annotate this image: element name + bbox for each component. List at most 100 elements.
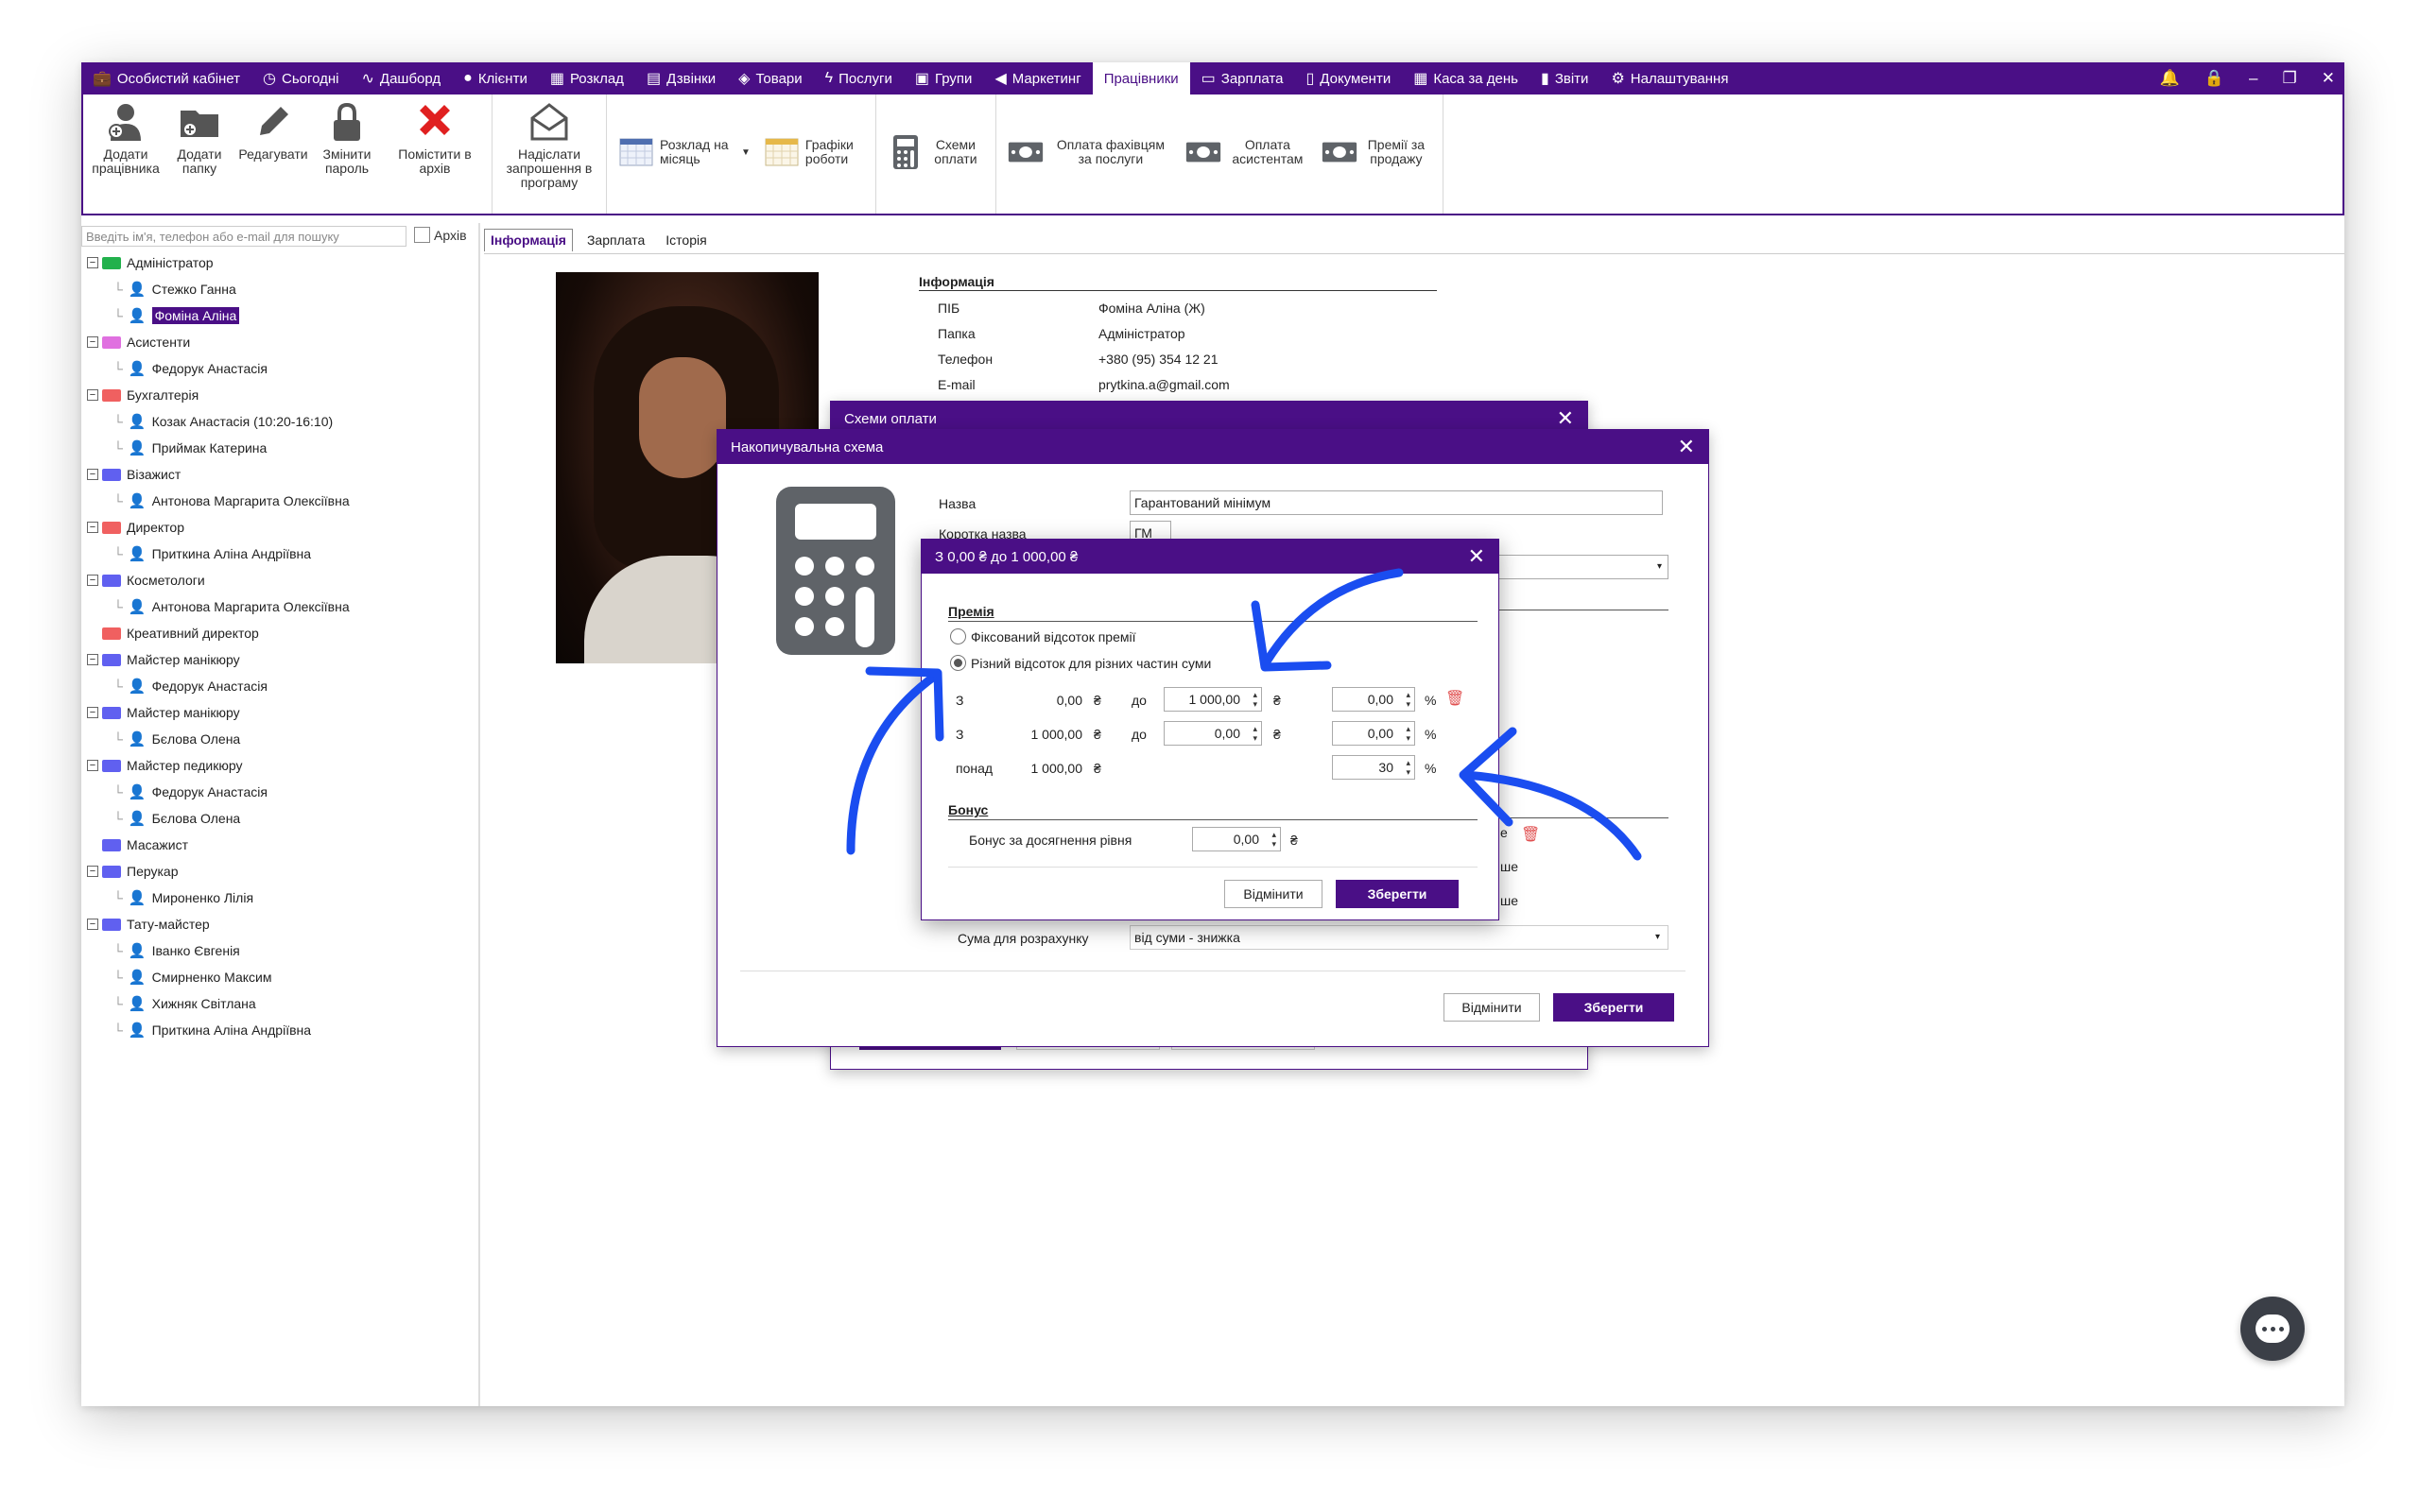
- cancel-button[interactable]: Відмінити: [1224, 880, 1322, 908]
- nav-tab[interactable]: ◷ Сьогодні: [251, 62, 350, 94]
- row-percent-input[interactable]: 30: [1332, 755, 1415, 780]
- nav-tab[interactable]: ▤ Дзвінки: [635, 62, 727, 94]
- archive-button[interactable]: Помістити в архів: [384, 98, 486, 176]
- tree-employee[interactable]: └ 👤 Козак Анастасія (10:20-16:10): [87, 408, 350, 435]
- tree-employee[interactable]: └ 👤 Фоміна Аліна: [87, 302, 350, 329]
- bell-icon[interactable]: 🔔: [2160, 69, 2180, 88]
- chat-button[interactable]: [2240, 1297, 2305, 1361]
- nav-tab[interactable]: ◀ Маркетинг: [983, 62, 1092, 94]
- close-icon[interactable]: ✕: [2322, 69, 2335, 88]
- nav-tab[interactable]: ▦ Каса за день: [1402, 62, 1530, 94]
- pay-schemes-button[interactable]: Схеми оплати: [888, 135, 982, 169]
- trash-icon[interactable]: 🗑: [1521, 825, 1540, 844]
- nav-tab[interactable]: Працівники: [1092, 62, 1190, 94]
- pay-assistants-button[interactable]: Оплата асистентам: [1185, 136, 1308, 168]
- close-icon[interactable]: ✕: [1468, 544, 1485, 569]
- tree-employee[interactable]: └ 👤 Мироненко Лілія: [87, 885, 350, 911]
- collapse-icon[interactable]: −: [87, 469, 98, 480]
- name-input[interactable]: Гарантований мінімум: [1130, 490, 1663, 515]
- nav-tab[interactable]: ϟ Послуги: [814, 62, 904, 94]
- tree-employee[interactable]: └ 👤 Приткина Аліна Андріївна: [87, 1017, 350, 1043]
- dropdown-arrow-icon[interactable]: ▾: [1655, 926, 1660, 949]
- nav-tab[interactable]: ▦ Розклад: [539, 62, 635, 94]
- radio-checked-icon[interactable]: [950, 655, 966, 671]
- radio-different-percent[interactable]: Різний відсоток для різних частин суми: [950, 655, 1211, 671]
- nav-tab[interactable]: ▣ Групи: [904, 62, 984, 94]
- content-tab[interactable]: Інформація: [484, 229, 573, 251]
- tree-folder[interactable]: − Адміністратор: [87, 249, 350, 276]
- tree-employee[interactable]: └ 👤 Хижняк Світлана: [87, 990, 350, 1017]
- tree-employee[interactable]: └ 👤 Федорук Анастасія: [87, 355, 350, 382]
- dropdown-arrow-icon[interactable]: ▾: [1657, 556, 1662, 578]
- sales-bonuses-button[interactable]: Премії за продажу: [1322, 136, 1429, 168]
- search-input[interactable]: Введіть ім'я, телефон або e-mail для пош…: [81, 226, 406, 247]
- save-button[interactable]: Зберегти: [1336, 880, 1459, 908]
- tree-folder[interactable]: − Тату-майстер: [87, 911, 350, 937]
- tree-employee[interactable]: └ 👤 Смирненко Максим: [87, 964, 350, 990]
- close-icon[interactable]: ✕: [1678, 435, 1695, 459]
- radio-icon[interactable]: [950, 628, 966, 644]
- collapse-icon[interactable]: −: [87, 866, 98, 877]
- add-employee-button[interactable]: Додати працівника: [89, 98, 163, 176]
- tree-folder[interactable]: Масажист: [87, 832, 350, 858]
- tree-employee[interactable]: └ 👤 Приткина Аліна Андріївна: [87, 541, 350, 567]
- archive-checkbox[interactable]: Архів: [414, 227, 467, 243]
- tree-employee[interactable]: └ 👤 Бєлова Олена: [87, 726, 350, 752]
- collapse-icon[interactable]: −: [87, 919, 98, 930]
- collapse-icon[interactable]: −: [87, 575, 98, 586]
- tree-folder[interactable]: − Майстер педикюру: [87, 752, 350, 779]
- collapse-icon[interactable]: −: [87, 522, 98, 533]
- collapse-icon[interactable]: −: [87, 336, 98, 348]
- nav-tab[interactable]: ● Клієнти: [452, 62, 539, 94]
- change-password-button[interactable]: Змінити пароль: [310, 98, 384, 176]
- tree-folder[interactable]: − Асистенти: [87, 329, 350, 355]
- send-invite-button[interactable]: Надіслати запрошення в програму: [498, 98, 600, 190]
- tree-folder[interactable]: − Візажист: [87, 461, 350, 488]
- tree-employee[interactable]: └ 👤 Федорук Анастасія: [87, 779, 350, 805]
- nav-tab[interactable]: ▭ Зарплата: [1190, 62, 1295, 94]
- tree-employee[interactable]: └ 👤 Антонова Маргарита Олексіївна: [87, 593, 350, 620]
- minimize-icon[interactable]: –: [2249, 69, 2257, 88]
- save-button[interactable]: Зберегти: [1553, 993, 1674, 1022]
- radio-fixed-percent[interactable]: Фіксований відсоток премії: [950, 628, 1136, 644]
- pay-specialists-button[interactable]: Оплата фахівцям за послуги: [1008, 136, 1172, 168]
- tree-folder[interactable]: − Перукар: [87, 858, 350, 885]
- collapse-icon[interactable]: −: [87, 654, 98, 665]
- checkbox-icon[interactable]: [414, 227, 430, 243]
- row-to-input[interactable]: 1 000,00: [1164, 687, 1262, 712]
- tree-folder[interactable]: − Директор: [87, 514, 350, 541]
- collapse-icon[interactable]: −: [87, 760, 98, 771]
- collapse-icon[interactable]: −: [87, 257, 98, 268]
- tree-employee[interactable]: └ 👤 Бєлова Олена: [87, 805, 350, 832]
- monthly-schedule-button[interactable]: Розклад на місяць ▼: [618, 136, 751, 168]
- nav-tab[interactable]: ∿ Дашборд: [351, 62, 453, 94]
- tree-folder[interactable]: − Майстер манікюру: [87, 699, 350, 726]
- row-to-input[interactable]: 0,00: [1164, 721, 1262, 746]
- type-select[interactable]: ▾: [1493, 555, 1668, 579]
- row-percent-input[interactable]: 0,00: [1332, 687, 1415, 712]
- content-tab[interactable]: Історія: [659, 229, 713, 251]
- row-percent-input[interactable]: 0,00: [1332, 721, 1415, 746]
- lock-icon[interactable]: 🔒: [2204, 69, 2224, 88]
- tree-folder[interactable]: − Бухгалтерія: [87, 382, 350, 408]
- sum-select[interactable]: від суми - знижка ▾: [1130, 925, 1668, 950]
- bonus-input[interactable]: 0,00: [1192, 827, 1281, 851]
- tree-employee[interactable]: └ 👤 Федорук Анастасія: [87, 673, 350, 699]
- cancel-button[interactable]: Відмінити: [1443, 993, 1540, 1022]
- tree-folder[interactable]: − Косметологи: [87, 567, 350, 593]
- trash-icon[interactable]: 🗑: [1445, 689, 1464, 708]
- tree-employee[interactable]: └ 👤 Антонова Маргарита Олексіївна: [87, 488, 350, 514]
- work-schedules-button[interactable]: Графіки роботи: [764, 136, 862, 168]
- nav-tab[interactable]: 💼 Особистий кабінет: [81, 62, 251, 94]
- close-icon[interactable]: ✕: [1557, 406, 1574, 431]
- add-folder-button[interactable]: Додати папку: [163, 98, 236, 176]
- tree-employee[interactable]: └ 👤 Приймак Катерина: [87, 435, 350, 461]
- tree-employee[interactable]: └ 👤 Іванко Євгенія: [87, 937, 350, 964]
- nav-tab[interactable]: ▯ Документи: [1294, 62, 1402, 94]
- nav-tab[interactable]: ⚙ Налаштування: [1599, 62, 1739, 94]
- dropdown-arrow-icon[interactable]: ▼: [741, 146, 751, 160]
- tree-folder[interactable]: Креативний директор: [87, 620, 350, 646]
- nav-tab[interactable]: ▮ Звіти: [1530, 62, 1599, 94]
- collapse-icon[interactable]: −: [87, 707, 98, 718]
- restore-icon[interactable]: ❐: [2283, 69, 2297, 88]
